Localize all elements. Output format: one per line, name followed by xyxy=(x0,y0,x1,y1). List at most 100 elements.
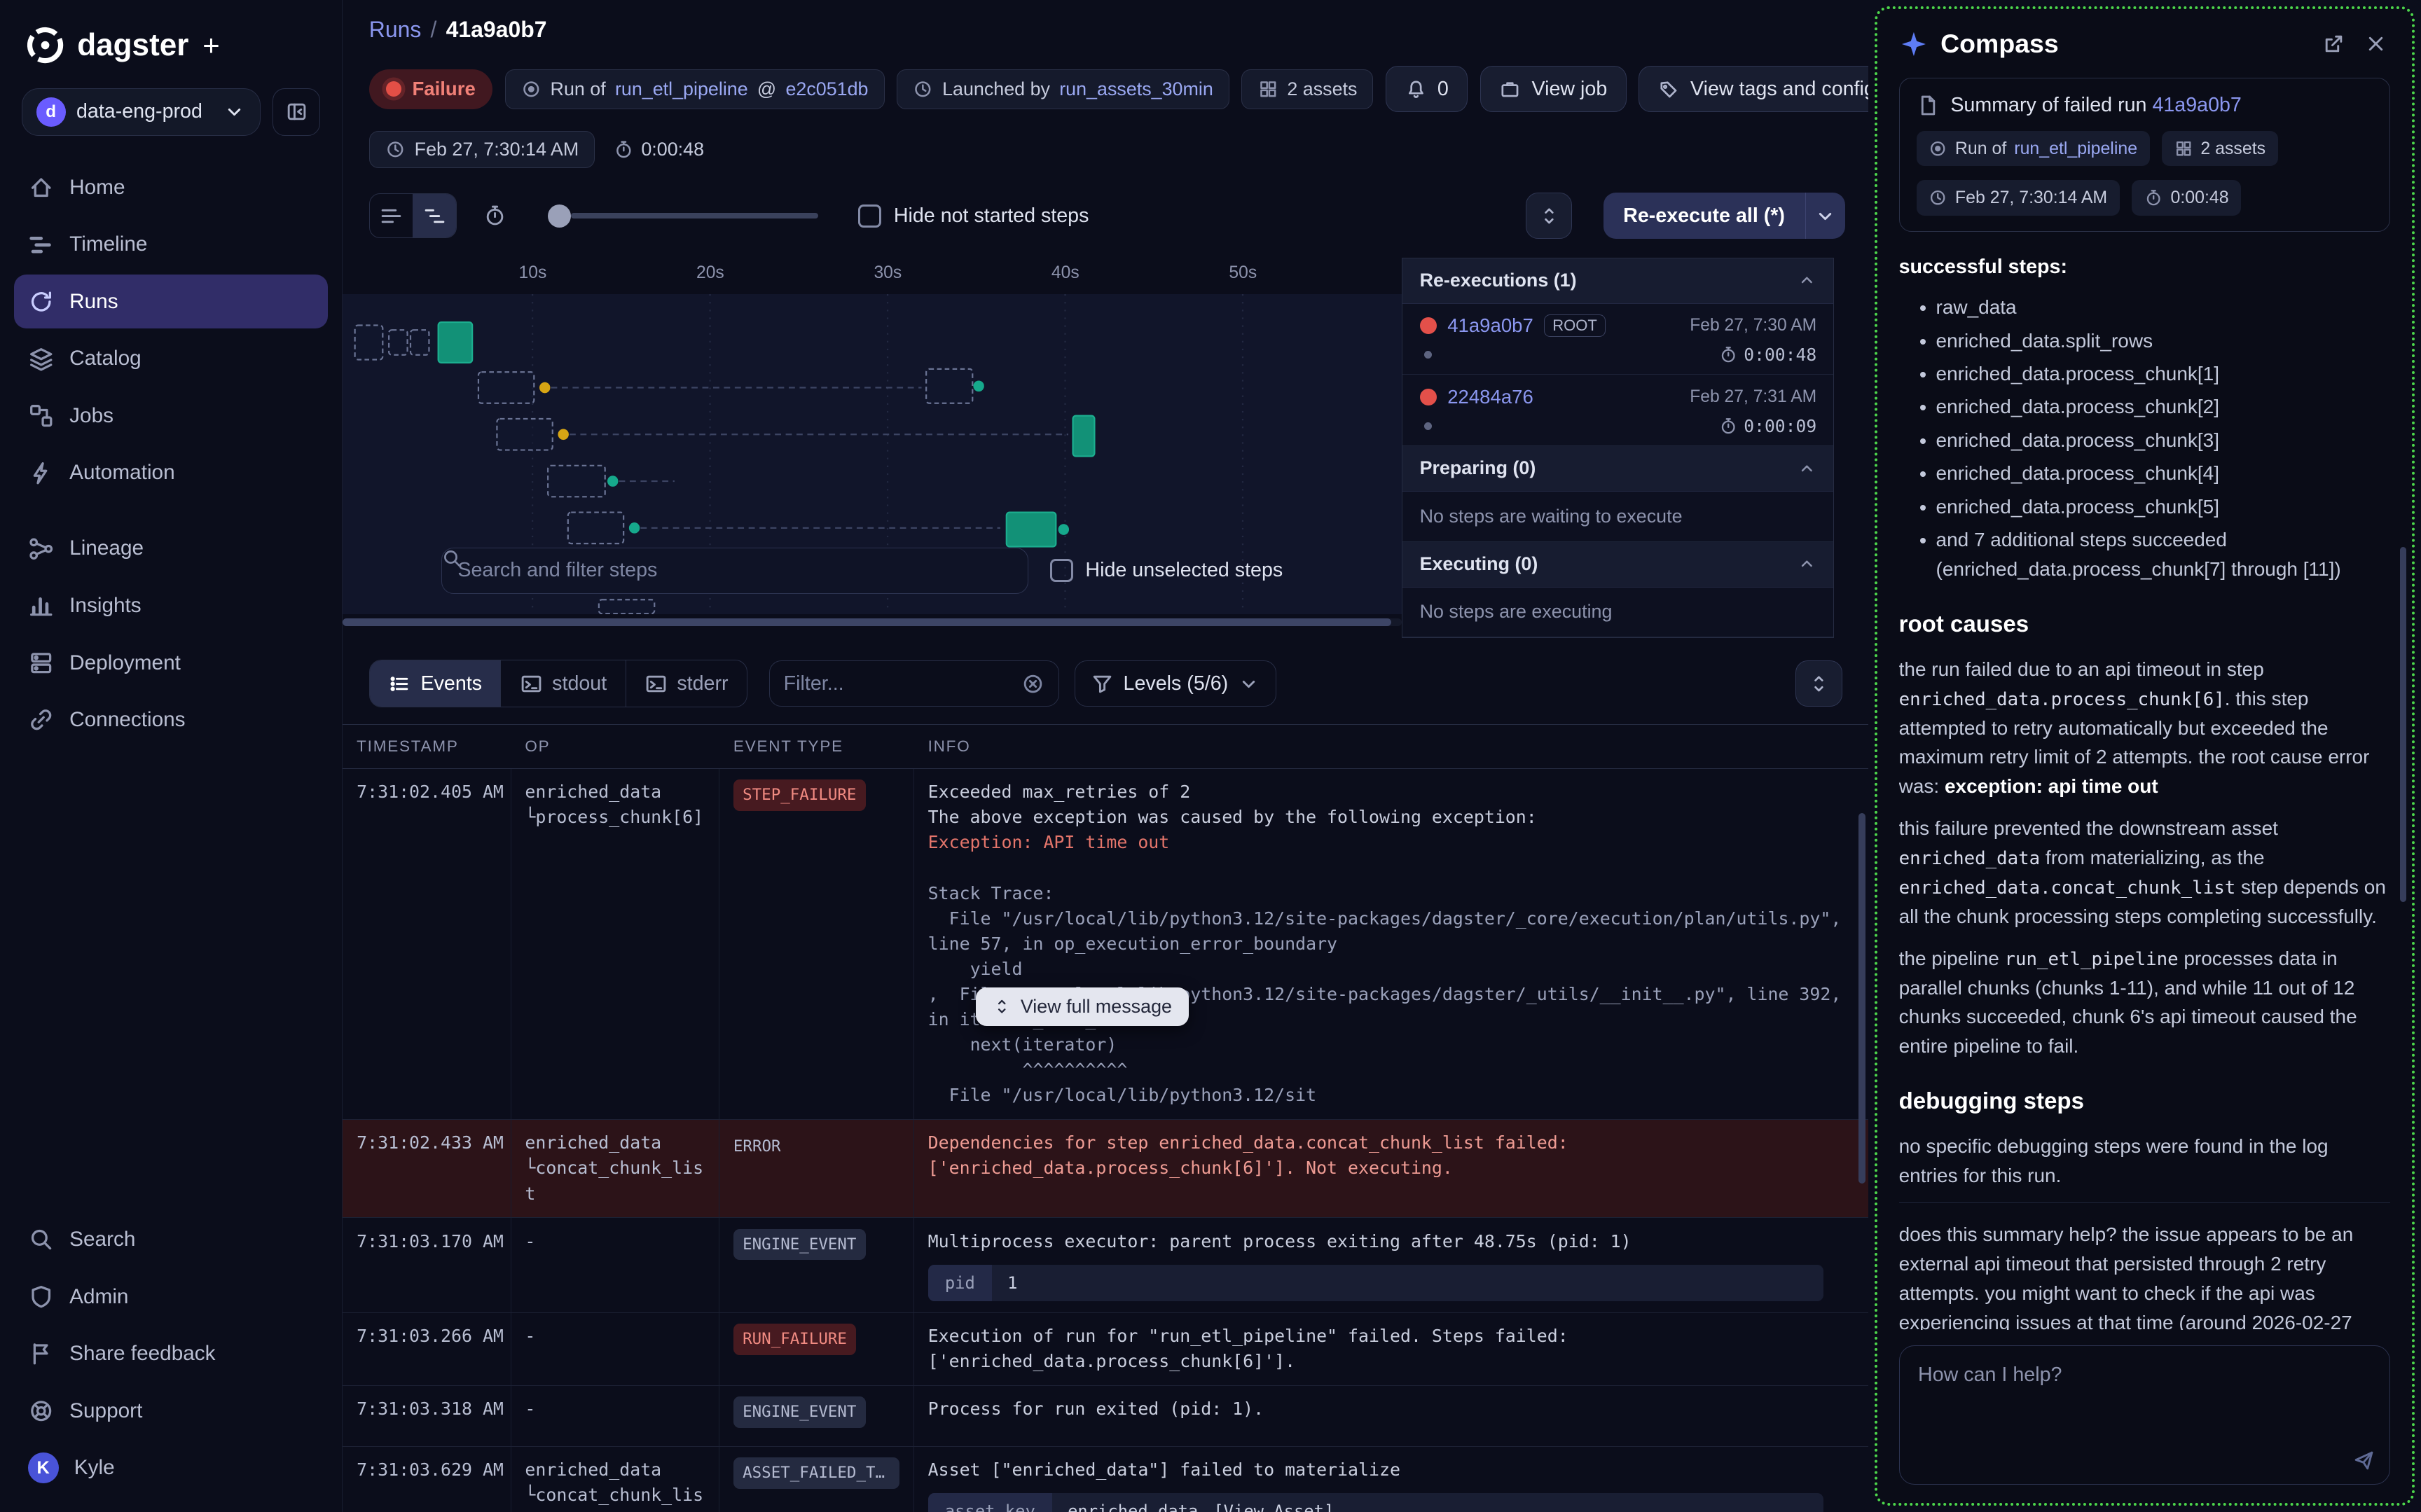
reexecution-run-row[interactable]: 22484a76 Feb 27, 7:31 AM 0:00:09 xyxy=(1402,375,1833,446)
launched-by-tag[interactable]: Launched by run_assets_30min xyxy=(897,69,1229,109)
reexecutions-section-header[interactable]: Re-executions (1) xyxy=(1402,258,1833,304)
reexecute-all-button[interactable]: Re-execute all (*) xyxy=(1603,193,1805,239)
step-search-box[interactable] xyxy=(441,548,1028,594)
root-badge: ROOT xyxy=(1544,314,1606,337)
checkbox-icon[interactable] xyxy=(1050,559,1073,582)
executing-section-header[interactable]: Executing (0) xyxy=(1402,542,1833,588)
sidebar-item-support[interactable]: Support xyxy=(14,1384,329,1438)
scroll-to-bottom-button[interactable] xyxy=(1795,660,1842,707)
step-search-input[interactable] xyxy=(457,559,1012,582)
event-info: Process for run exited (pid: 1). xyxy=(914,1386,1868,1446)
gantt-horizontal-scrollbar[interactable] xyxy=(343,618,1402,626)
sidebar-item-home[interactable]: Home xyxy=(14,160,329,214)
gantt-canvas[interactable]: Hide unselected steps xyxy=(343,294,1402,613)
reexecution-run-row[interactable]: 41a9a0b7 ROOT Feb 27, 7:30 AM 0:00:48 xyxy=(1402,304,1833,375)
sidebar: dagster + d data-eng-prod Home Timeline xyxy=(0,0,343,1512)
checkbox-icon[interactable] xyxy=(858,204,881,228)
sidebar-item-automation[interactable]: Automation xyxy=(14,446,329,500)
sidebar-item-jobs[interactable]: Jobs xyxy=(14,389,329,443)
search-icon xyxy=(28,1226,54,1252)
zoom-slider-knob[interactable] xyxy=(548,204,571,228)
alerts-button[interactable]: 0 xyxy=(1386,66,1468,112)
schedule-link[interactable]: run_assets_30min xyxy=(1059,78,1213,100)
clear-filter-icon[interactable] xyxy=(1021,672,1044,695)
log-filter-box[interactable] xyxy=(769,660,1059,707)
view-asset-link[interactable]: [View Asset] xyxy=(1213,1493,1349,1512)
event-row[interactable]: 7:31:02.405 AM enriched_data └process_ch… xyxy=(343,769,1868,1120)
reexecute-options-button[interactable] xyxy=(1805,193,1845,239)
sidebar-item-deployment[interactable]: Deployment xyxy=(14,636,329,690)
sidebar-item-search[interactable]: Search xyxy=(14,1212,329,1266)
chevron-up-icon xyxy=(1797,270,1817,291)
events-table: TIMESTAMP OP EVENT TYPE INFO 7:31:02.405… xyxy=(343,724,1868,1512)
flat-view-button[interactable] xyxy=(370,194,413,237)
sidebar-item-timeline[interactable]: Timeline xyxy=(14,218,329,272)
hide-not-started-checkbox[interactable]: Hide not started steps xyxy=(858,204,1089,228)
clock-icon xyxy=(385,139,406,160)
breadcrumb-runs-link[interactable]: Runs xyxy=(369,17,422,43)
debugging-steps-heading: debugging steps xyxy=(1899,1084,2391,1119)
flat-gantt-icon xyxy=(380,204,403,228)
view-full-message-button[interactable]: View full message xyxy=(976,987,1189,1026)
levels-dropdown[interactable]: Levels (5/6) xyxy=(1075,660,1276,707)
close-compass-button[interactable] xyxy=(2361,29,2390,59)
document-icon xyxy=(1917,94,1940,117)
events-scrollbar-thumb[interactable] xyxy=(1858,813,1865,1184)
org-selector[interactable]: d data-eng-prod xyxy=(22,88,261,136)
tab-events[interactable]: Events xyxy=(370,660,502,707)
sidebar-item-runs[interactable]: Runs xyxy=(14,275,329,328)
step-item: enriched_data.split_rows xyxy=(1936,326,2391,356)
debugging-text: no specific debugging steps were found i… xyxy=(1899,1132,2391,1191)
run-id-link[interactable]: 41a9a0b7 xyxy=(1447,314,1533,337)
hide-unselected-checkbox[interactable]: Hide unselected steps xyxy=(1050,559,1283,582)
waterfall-gantt-icon xyxy=(423,204,446,228)
sidebar-item-lineage[interactable]: Lineage xyxy=(14,522,329,576)
event-metadata: pid 1 xyxy=(928,1265,1823,1301)
compass-chat-input[interactable] xyxy=(1899,1345,2391,1484)
event-row[interactable]: 7:31:03.318 AM - ENGINE_EVENT Process fo… xyxy=(343,1386,1868,1447)
run-duration: 0:00:48 xyxy=(614,139,704,160)
successful-steps-heading: successful steps: xyxy=(1899,252,2391,282)
event-row[interactable]: 7:31:03.629 AM enriched_data └concat_chu… xyxy=(343,1447,1868,1512)
event-info: Exceeded max_retries of 2 The above exce… xyxy=(914,769,1868,1119)
view-tags-config-button[interactable]: View tags and config xyxy=(1639,66,1868,112)
log-filter-input[interactable] xyxy=(784,672,1012,695)
connections-icon xyxy=(28,707,54,733)
pipeline-link[interactable]: run_etl_pipeline xyxy=(615,78,748,100)
summary-run-link[interactable]: 41a9a0b7 xyxy=(2152,94,2241,116)
run-duration: 0:00:09 xyxy=(1719,416,1816,436)
tab-stdout[interactable]: stdout xyxy=(501,660,626,707)
send-button[interactable] xyxy=(2352,1448,2375,1471)
sidebar-item-admin[interactable]: Admin xyxy=(14,1270,329,1324)
sidebar-item-catalog[interactable]: Catalog xyxy=(14,332,329,386)
unfold-icon xyxy=(1808,673,1830,695)
commit-link[interactable]: e2c051db xyxy=(785,78,868,100)
sidebar-item-connections[interactable]: Connections xyxy=(14,693,329,747)
events-section: Events stdout stderr xyxy=(343,660,1868,1512)
event-type-cell: ENGINE_EVENT xyxy=(719,1386,914,1446)
stopwatch-icon xyxy=(1719,417,1737,435)
sidebar-item-share-feedback[interactable]: Share feedback xyxy=(14,1327,329,1381)
waterfall-view-button[interactable] xyxy=(413,194,456,237)
insights-icon xyxy=(28,592,54,618)
scrollbar-thumb[interactable] xyxy=(343,618,1391,626)
event-row-highlighted[interactable]: 7:31:02.433 AM enriched_data └concat_chu… xyxy=(343,1120,1868,1218)
run-id-link[interactable]: 22484a76 xyxy=(1447,386,1533,408)
run-of-tag[interactable]: Run of run_etl_pipeline @ e2c051db xyxy=(505,69,885,109)
collapse-sidebar-button[interactable] xyxy=(273,88,320,136)
timing-toggle-button[interactable] xyxy=(472,193,517,238)
open-in-new-button[interactable] xyxy=(2319,29,2349,59)
chat-textarea[interactable] xyxy=(1900,1346,2390,1483)
preparing-section-header[interactable]: Preparing (0) xyxy=(1402,446,1833,492)
assets-tag[interactable]: 2 assets xyxy=(1241,69,1373,109)
event-row[interactable]: 7:31:03.266 AM - RUN_FAILURE Execution o… xyxy=(343,1313,1868,1386)
zoom-slider[interactable] xyxy=(548,204,818,228)
sidebar-item-user[interactable]: K Kyle xyxy=(14,1441,329,1495)
expand-panel-button[interactable] xyxy=(1526,193,1572,239)
sidebar-item-insights[interactable]: Insights xyxy=(14,578,329,632)
view-job-button[interactable]: View job xyxy=(1480,66,1627,112)
search-icon xyxy=(441,548,463,569)
event-row[interactable]: 7:31:03.170 AM - ENGINE_EVENT Multiproce… xyxy=(343,1218,1868,1313)
compass-scrollbar-thumb[interactable] xyxy=(2400,547,2407,902)
tab-stderr[interactable]: stderr xyxy=(626,660,747,707)
